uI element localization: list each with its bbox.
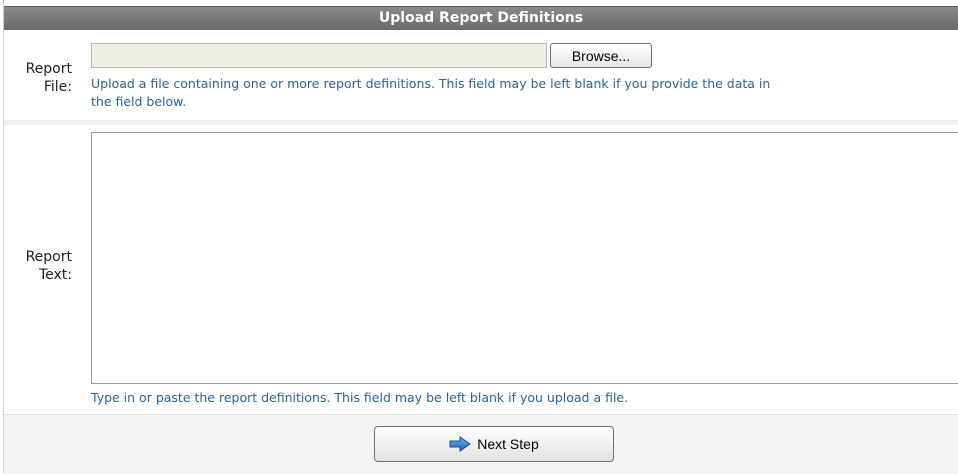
report-text-help: Type in or paste the report definitions.… bbox=[91, 390, 629, 405]
right-arrow-icon bbox=[449, 436, 472, 452]
panel-title: Upload Report Definitions bbox=[4, 6, 958, 30]
report-text-label: Report Text: bbox=[4, 248, 72, 284]
browse-button[interactable]: Browse... bbox=[550, 43, 652, 68]
report-text-area[interactable] bbox=[91, 132, 958, 384]
row-divider bbox=[4, 120, 958, 125]
report-file-help-line1: Upload a file containing one or more rep… bbox=[91, 76, 771, 91]
next-step-button[interactable]: Next Step bbox=[374, 426, 614, 462]
report-file-label: Report File: bbox=[4, 60, 72, 96]
next-step-label: Next Step bbox=[477, 436, 539, 452]
report-file-path-field[interactable] bbox=[91, 43, 547, 68]
report-file-help: Upload a file containing one or more rep… bbox=[91, 75, 770, 111]
report-file-help-line2: the field below. bbox=[91, 94, 187, 109]
report-text-label-line1: Report bbox=[25, 249, 72, 265]
report-text-label-line2: Text: bbox=[38, 267, 72, 283]
report-file-label-line1: Report bbox=[25, 61, 72, 77]
report-file-label-line2: File: bbox=[43, 79, 72, 95]
upload-report-panel: Upload Report Definitions Report File: B… bbox=[3, 0, 958, 474]
